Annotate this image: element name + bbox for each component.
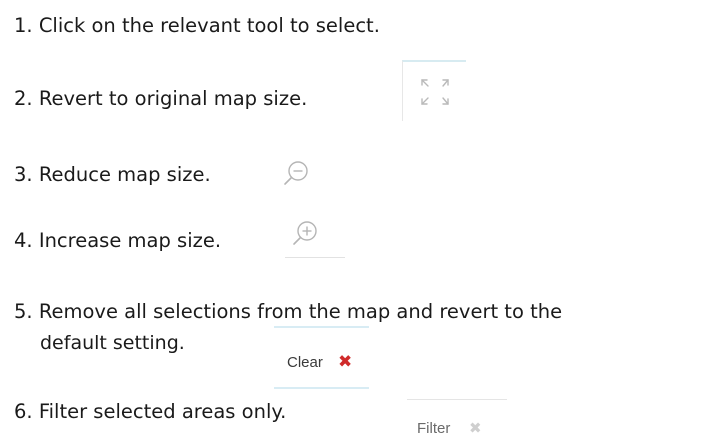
step-4: 4. Increase map size. — [14, 229, 221, 253]
clear-button[interactable]: Clear ✖ — [274, 326, 369, 389]
fullscreen-arrows-icon — [421, 79, 449, 105]
step-number: 5. — [14, 300, 33, 323]
step-text: Remove all selections from the map and r… — [38, 300, 563, 323]
step-number: 1. — [14, 14, 33, 37]
step-number: 4. — [14, 229, 33, 252]
revert-map-size-button[interactable] — [402, 60, 466, 121]
zoom-out-icon — [284, 161, 308, 185]
step-5-continued: default setting. — [40, 331, 185, 355]
filter-button[interactable]: Filter ✖ — [407, 399, 507, 439]
step-2: 2. Revert to original map size. — [14, 87, 307, 111]
step-text: Reduce map size. — [38, 163, 211, 186]
step-number: 2. — [14, 87, 33, 110]
close-icon: ✖ — [338, 352, 353, 372]
close-icon: ✖ — [469, 419, 482, 437]
zoom-in-button[interactable] — [281, 219, 345, 258]
clear-label: Clear — [287, 354, 323, 371]
step-number: 3. — [14, 163, 33, 186]
step-text: Increase map size. — [38, 229, 222, 252]
step-6: 6. Filter selected areas only. — [14, 400, 286, 424]
zoom-in-icon — [293, 221, 317, 245]
step-text: Click on the relevant tool to select. — [38, 14, 380, 37]
step-number: 6. — [14, 400, 33, 423]
step-text: Filter selected areas only. — [38, 400, 287, 423]
step-1: 1. Click on the relevant tool to select. — [14, 14, 380, 38]
filter-label: Filter — [417, 420, 451, 437]
step-text: default setting. — [40, 332, 185, 354]
step-3: 3. Reduce map size. — [14, 163, 211, 187]
step-text: Revert to original map size. — [38, 87, 308, 110]
divider — [285, 257, 345, 258]
step-5: 5. Remove all selections from the map an… — [14, 300, 562, 324]
zoom-out-button[interactable] — [281, 158, 311, 188]
